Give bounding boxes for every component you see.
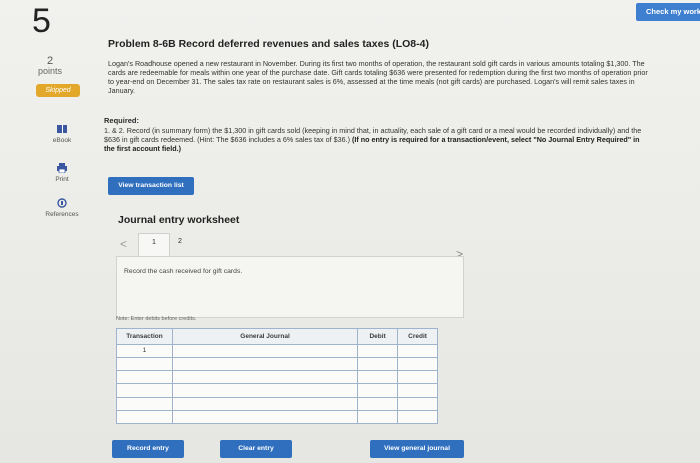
ebook-label: eBook — [52, 137, 72, 144]
account-field[interactable] — [171, 396, 359, 411]
credit-field[interactable] — [397, 343, 438, 359]
tab-2[interactable]: 2 — [178, 238, 182, 245]
problem-intro: Logan's Roadhouse opened a new restauran… — [108, 59, 648, 95]
entry-note: Note: Enter debits before credits. — [116, 316, 197, 322]
view-general-journal-button[interactable]: View general journal — [370, 440, 464, 458]
credit-field[interactable] — [397, 357, 438, 372]
column-transaction: Transaction — [116, 328, 173, 345]
credit-field[interactable] — [397, 409, 438, 425]
points-value: 2 — [46, 55, 54, 67]
print-label: Print — [55, 176, 69, 183]
clear-entry-button[interactable]: Clear entry — [220, 440, 292, 458]
book-icon — [57, 125, 67, 133]
question-number: 5 — [32, 2, 51, 40]
transaction-cell — [116, 396, 173, 411]
references-link[interactable]: References — [40, 198, 84, 218]
account-field[interactable] — [171, 409, 359, 425]
table-row: 1 — [116, 343, 438, 359]
worksheet-title: Journal entry worksheet — [118, 214, 240, 226]
instruction-text: Record the cash received for gift cards. — [124, 268, 243, 275]
transaction-cell — [116, 383, 173, 398]
check-my-work-button[interactable]: Check my work — [636, 3, 700, 21]
references-label: References — [45, 211, 79, 218]
debit-field[interactable] — [357, 396, 399, 411]
transaction-cell — [116, 357, 173, 372]
column-general-journal: General Journal — [171, 328, 359, 345]
debit-field[interactable] — [357, 383, 399, 398]
column-debit: Debit — [357, 328, 399, 345]
prev-tab-icon[interactable]: < — [120, 237, 127, 251]
table-row — [116, 357, 438, 372]
worksheet-tabs: < 1 2 — [116, 233, 466, 259]
references-icon — [57, 198, 67, 208]
transaction-cell: 1 — [116, 343, 173, 359]
table-row — [116, 370, 438, 385]
table-header-row: Transaction General Journal Debit Credit — [116, 328, 438, 345]
transaction-cell — [116, 409, 173, 425]
account-field[interactable] — [171, 383, 359, 398]
column-credit: Credit — [397, 328, 438, 345]
table-row — [116, 396, 438, 411]
credit-field[interactable] — [397, 396, 438, 411]
problem-title: Problem 8-6B Record deferred revenues an… — [108, 38, 429, 50]
points-indicator: 2 points — [30, 55, 70, 77]
view-transaction-list-button[interactable]: View transaction list — [108, 177, 194, 195]
account-field[interactable] — [171, 343, 359, 359]
points-label: points — [37, 66, 63, 76]
record-entry-button[interactable]: Record entry — [112, 440, 184, 458]
credit-field[interactable] — [397, 370, 438, 385]
account-field[interactable] — [171, 370, 359, 385]
page: 5 2 points Skipped eBook Print Reference… — [0, 0, 700, 463]
required-heading: Required: — [104, 116, 140, 125]
table-row — [116, 383, 438, 398]
debit-field[interactable] — [357, 409, 399, 425]
journal-entry-table: Transaction General Journal Debit Credit… — [116, 328, 438, 425]
ebook-link[interactable]: eBook — [40, 124, 84, 144]
debit-field[interactable] — [357, 357, 399, 372]
print-link[interactable]: Print — [40, 163, 84, 183]
account-field[interactable] — [171, 357, 359, 372]
transaction-cell — [116, 370, 173, 385]
status-badge: Skipped — [36, 84, 80, 97]
required-instructions: 1. & 2. Record (in summary form) the $1,… — [104, 126, 652, 153]
debit-field[interactable] — [357, 370, 399, 385]
debit-field[interactable] — [357, 343, 399, 359]
instruction-box — [116, 256, 464, 318]
printer-icon — [57, 163, 67, 173]
credit-field[interactable] — [397, 383, 438, 398]
table-row — [116, 409, 438, 425]
